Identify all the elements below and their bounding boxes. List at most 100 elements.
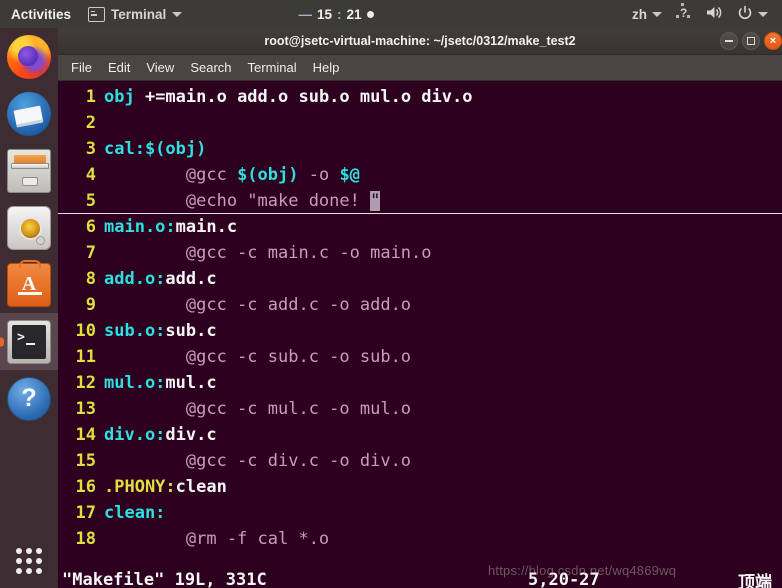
editor-line[interactable]: 8 add.o:add.c: [58, 266, 782, 292]
help-icon: ?: [7, 376, 51, 421]
minimize-button[interactable]: [720, 32, 738, 50]
line-number: 14: [75, 425, 96, 445]
code-token: div.c: [165, 425, 217, 445]
code-token: sub.o:: [104, 321, 166, 341]
show-applications-button[interactable]: [0, 536, 58, 586]
code-token: @rm -f cal *.o: [104, 529, 330, 549]
menu-item-edit[interactable]: Edit: [100, 55, 138, 80]
line-content: @echo "make done! ": [104, 188, 381, 214]
editor-line[interactable]: 3 cal:$(obj): [58, 136, 782, 162]
menu-item-terminal[interactable]: Terminal: [240, 55, 305, 80]
chevron-down-icon: [758, 11, 768, 17]
ubuntu-software-icon: A: [7, 259, 51, 307]
line-number: 9: [85, 295, 96, 315]
editor-line[interactable]: 11 @gcc -c sub.c -o sub.o: [58, 344, 782, 370]
code-token: clean: [175, 477, 227, 497]
dock-item-thunderbird[interactable]: [0, 85, 58, 142]
menu-item-view[interactable]: View: [138, 55, 182, 80]
statusline-scroll-state: 顶端: [738, 572, 772, 588]
editor-line[interactable]: 6 main.o:main.c: [58, 214, 782, 240]
vim-statusline: "Makefile" 19L, 331C 5,20-27 顶端: [58, 567, 782, 588]
line-content: add.o:add.c: [104, 266, 217, 292]
code-token: div.o:: [104, 425, 166, 445]
notification-dot-icon: [366, 10, 374, 18]
app-menu-label: Terminal: [111, 6, 167, 22]
editor-line[interactable]: 16 .PHONY:clean: [58, 474, 782, 500]
line-content: .PHONY:clean: [104, 474, 227, 500]
clock-hours: 15: [316, 6, 332, 22]
chevron-down-icon: [172, 11, 183, 17]
dock-item-terminal[interactable]: [0, 313, 58, 370]
line-content: clean:: [104, 500, 165, 526]
editor-line[interactable]: 13 @gcc -c mul.c -o mul.o: [58, 396, 782, 422]
menu-item-help[interactable]: Help: [305, 55, 348, 80]
line-content: @gcc -c div.c -o div.o: [104, 448, 411, 474]
code-token: .PHONY:: [104, 477, 176, 497]
code-token: obj: [104, 87, 135, 107]
editor-line[interactable]: 7 @gcc -c main.c -o main.o: [58, 240, 782, 266]
line-content: @gcc -c add.c -o add.o: [104, 292, 411, 318]
menu-item-file[interactable]: File: [63, 55, 100, 80]
code-token: @echo "make done!: [104, 190, 371, 211]
code-token: mul.o:: [104, 373, 166, 393]
code-token: main.o:: [104, 217, 176, 237]
dock-item-files[interactable]: [0, 142, 58, 199]
line-content: @gcc -c main.c -o main.o: [104, 240, 432, 266]
maximize-button[interactable]: [742, 32, 760, 50]
activities-button[interactable]: Activities: [0, 0, 80, 28]
dock-item-help[interactable]: ?: [0, 370, 58, 427]
line-number: 8: [85, 269, 96, 289]
ubuntu-dock: A ?: [0, 28, 58, 588]
minimize-icon: [725, 40, 733, 42]
editor-line[interactable]: 14 div.o:div.c: [58, 422, 782, 448]
editor-line[interactable]: 2: [58, 110, 782, 136]
firefox-icon: [7, 34, 51, 79]
editor-line[interactable]: 17 clean:: [58, 500, 782, 526]
volume-indicator[interactable]: [699, 0, 730, 28]
dock-item-rhythmbox[interactable]: [0, 199, 58, 256]
line-number: 2: [85, 113, 96, 133]
dock-item-firefox[interactable]: [0, 28, 58, 85]
ime-status-icon[interactable]: ?: [669, 0, 699, 28]
line-number: 5: [85, 190, 96, 211]
editor-line[interactable]: 4 @gcc $(obj) -o $@: [58, 162, 782, 188]
code-token: sub.c: [165, 321, 217, 341]
line-number: 10: [75, 321, 96, 341]
close-button[interactable]: ×: [764, 32, 782, 50]
editor-line[interactable]: 9 @gcc -c add.c -o add.o: [58, 292, 782, 318]
menu-item-search[interactable]: Search: [182, 55, 239, 80]
editor-line[interactable]: 1 obj +=main.o add.o sub.o mul.o div.o: [58, 84, 782, 110]
top-bar-right: zh ?: [625, 0, 782, 28]
editor-line[interactable]: 5 @echo "make done! ": [58, 188, 782, 214]
code-token: add.o:: [104, 269, 166, 289]
code-token: @gcc -c add.c -o add.o: [104, 295, 412, 315]
dock-item-ubuntu-software[interactable]: A: [0, 256, 58, 313]
line-content: @gcc $(obj) -o $@: [104, 162, 360, 188]
system-menu-button[interactable]: [730, 0, 775, 28]
line-number: 4: [85, 165, 96, 185]
line-content: @rm -f cal *.o: [104, 526, 329, 552]
help-glyph: ?: [21, 384, 37, 412]
line-number: 13: [75, 399, 96, 419]
files-icon: [7, 148, 51, 193]
input-method-indicator[interactable]: zh: [625, 0, 669, 28]
line-content: @gcc -c sub.c -o sub.o: [104, 344, 411, 370]
clock-button[interactable]: — 15 : 21: [298, 6, 374, 22]
editor-line[interactable]: 18 @rm -f cal *.o: [58, 526, 782, 552]
editor-line[interactable]: 10 sub.o:sub.c: [58, 318, 782, 344]
editor-line[interactable]: 12 mul.o:mul.c: [58, 370, 782, 396]
line-content: @gcc -c mul.c -o mul.o: [104, 396, 411, 422]
vim-buffer[interactable]: 1 obj +=main.o add.o sub.o mul.o div.o 2 3 c…: [58, 81, 782, 567]
statusline-position: 5,20-27: [528, 570, 600, 588]
editor-line[interactable]: 15 @gcc -c div.c -o div.o: [58, 448, 782, 474]
ime-question-icon: ?: [676, 2, 692, 22]
line-content: cal:$(obj): [104, 136, 206, 162]
window-titlebar[interactable]: root@jsetc-virtual-machine: ~/jsetc/0312…: [58, 28, 782, 55]
activities-label: Activities: [11, 6, 72, 22]
window-title: root@jsetc-virtual-machine: ~/jsetc/0312…: [264, 34, 576, 48]
code-token: add.c: [165, 269, 217, 289]
code-token: main.c: [175, 217, 238, 237]
line-number: 12: [75, 373, 96, 393]
app-menu-button[interactable]: Terminal: [80, 0, 190, 28]
code-token: clean:: [104, 503, 166, 523]
